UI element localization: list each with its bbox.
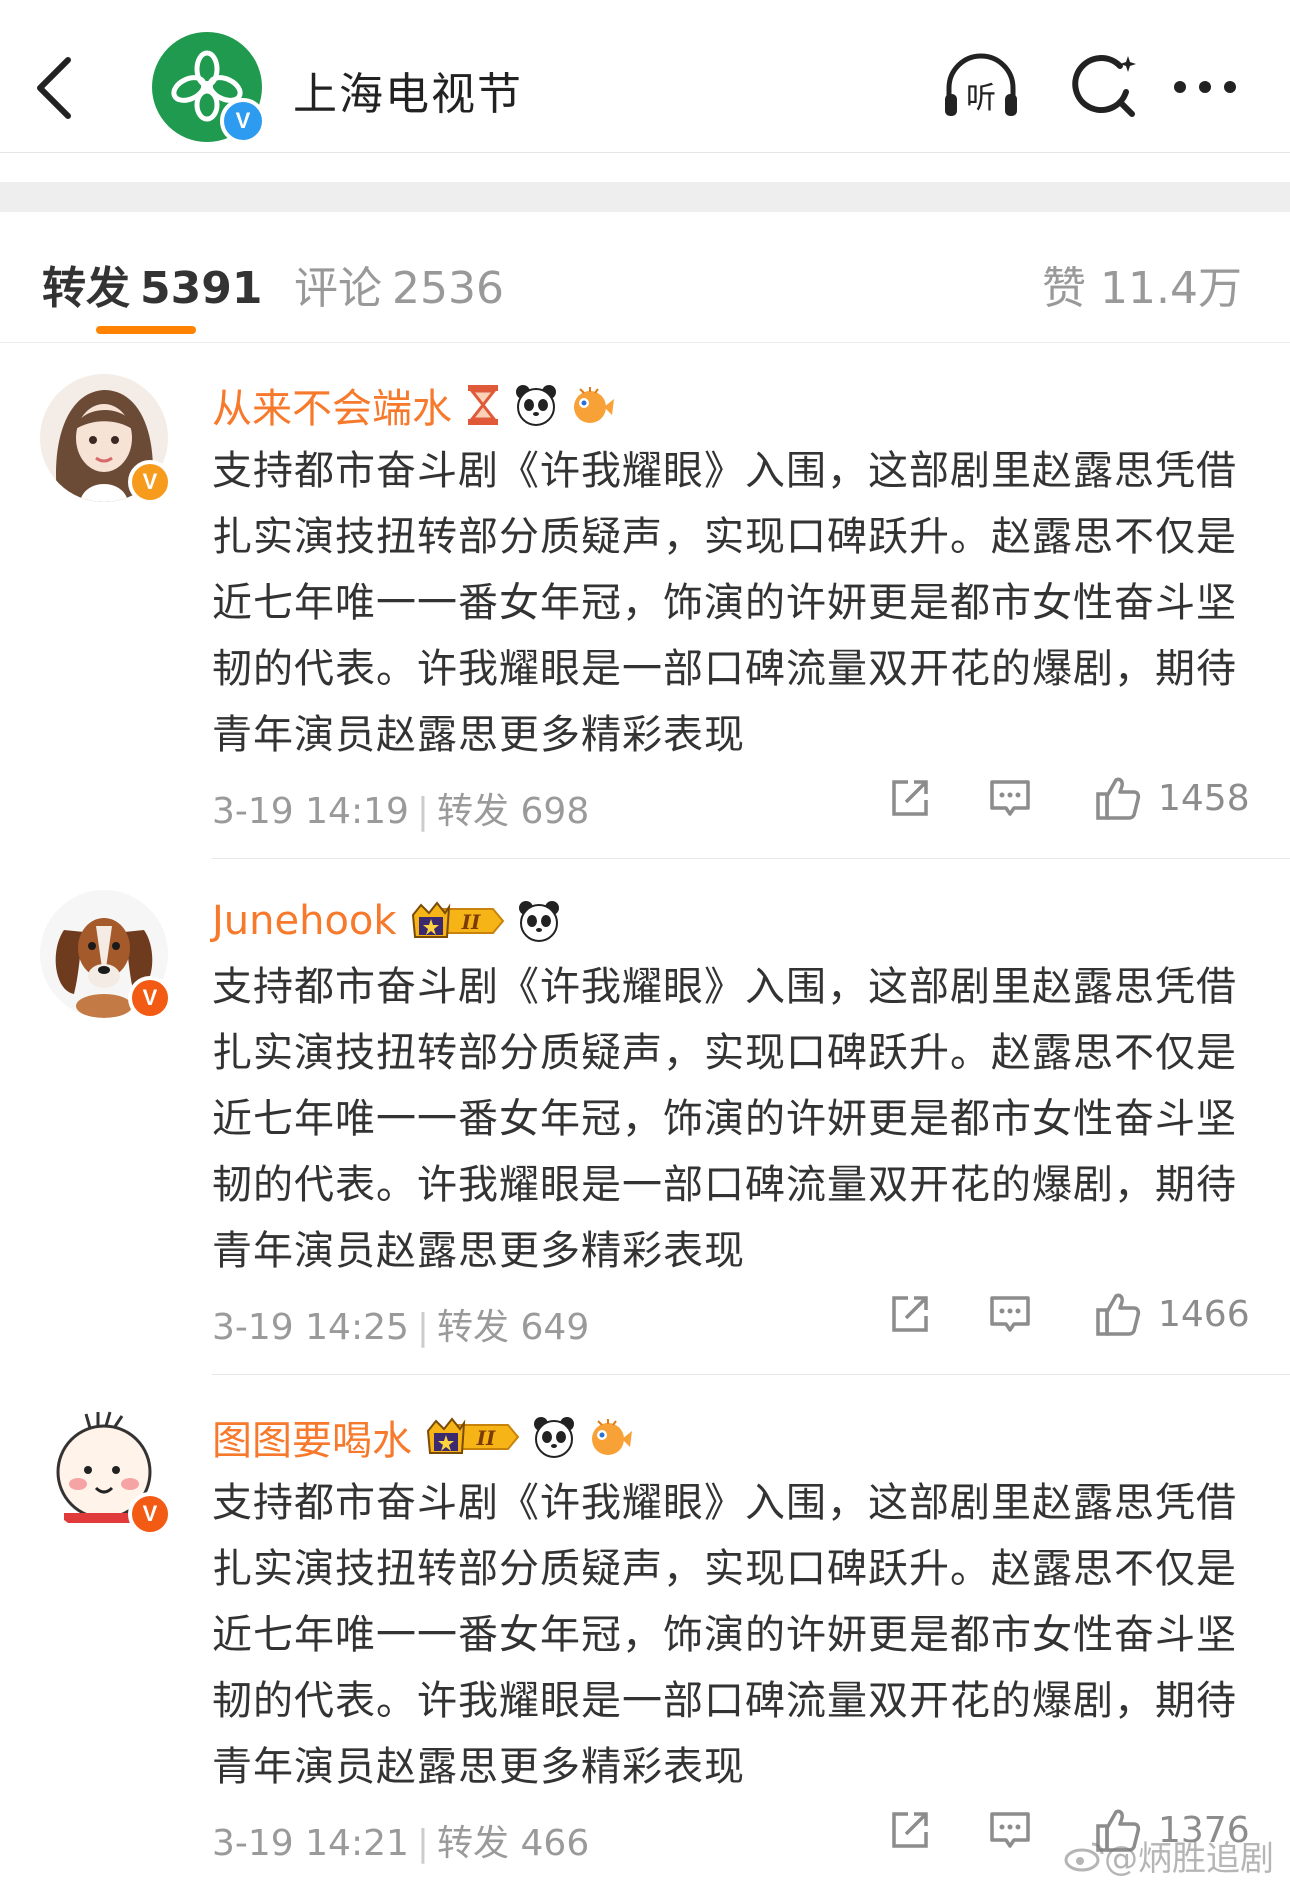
search-icon[interactable] xyxy=(1060,50,1150,124)
watermark-text: @炳胜追剧 xyxy=(1104,1839,1274,1879)
reply-button[interactable] xyxy=(988,1284,1032,1344)
like-button[interactable]: 1458 xyxy=(1094,768,1250,828)
account-name[interactable]: 上海电视节 xyxy=(293,58,523,122)
comment-text: 支持都市奋斗剧《许我耀眼》入围，这部剧里赵露思凭借扎实演技扭转部分质疑声，实现口… xyxy=(212,964,1237,1274)
tab-likes-label: 赞 xyxy=(1042,263,1087,314)
level-label: II xyxy=(460,910,480,934)
crown-level-badge: II xyxy=(426,1417,520,1454)
tab-reposts[interactable]: 转发 5391 xyxy=(42,252,262,316)
listen-icon[interactable]: 听 xyxy=(936,50,1026,124)
verified-badge: V xyxy=(220,98,266,144)
hourglass-icon xyxy=(468,385,498,425)
tab-comments-label: 评论 xyxy=(294,263,382,314)
listen-label: 听 xyxy=(966,81,996,116)
level-label: II xyxy=(476,1426,496,1450)
account-avatar[interactable]: V xyxy=(152,32,266,144)
like-count: 1466 xyxy=(1158,1293,1250,1335)
repost-count: 649 xyxy=(520,1307,590,1348)
thumbs-up-icon xyxy=(1096,1293,1141,1336)
share-button[interactable] xyxy=(888,768,932,828)
repost-label: 转发 xyxy=(437,1823,510,1864)
pufferfish-icon xyxy=(592,1419,632,1455)
divider xyxy=(212,1374,1290,1375)
verified-badge: V xyxy=(128,1492,172,1536)
tab-comments-count: 2536 xyxy=(392,263,504,314)
panda-icon xyxy=(516,385,556,426)
share-icon xyxy=(892,1812,928,1848)
divider xyxy=(212,858,1290,859)
comment-icon xyxy=(990,1812,1030,1848)
repost-label: 转发 xyxy=(437,791,510,832)
comment-meta: 3-19 14:25 | 转发 649 xyxy=(212,1298,589,1350)
back-icon[interactable] xyxy=(30,52,80,122)
top-bar: V 上海电视节 听 xyxy=(0,0,1290,153)
share-icon xyxy=(892,780,928,816)
watermark: @炳胜追剧 xyxy=(1064,1831,1274,1880)
verified-badge: V xyxy=(128,460,172,504)
comment-text: 支持都市奋斗剧《许我耀眼》入围，这部剧里赵露思凭借扎实演技扭转部分质疑声，实现口… xyxy=(212,1480,1237,1790)
pufferfish-icon xyxy=(574,387,614,423)
comment-icon xyxy=(990,780,1030,816)
repost-label: 转发 xyxy=(437,1307,510,1348)
active-tab-indicator xyxy=(96,326,196,334)
like-button[interactable]: 1466 xyxy=(1094,1284,1250,1344)
panda-icon xyxy=(518,901,559,942)
weibo-logo-icon xyxy=(1064,1842,1104,1871)
share-icon xyxy=(892,1296,928,1332)
comment-meta: 3-19 14:19 | 转发 698 xyxy=(212,782,589,834)
verified-badge: V xyxy=(128,976,172,1020)
share-button[interactable] xyxy=(888,1800,932,1860)
comment-time: 3-19 14:21 xyxy=(212,1823,409,1864)
tab-comments[interactable]: 评论 2536 xyxy=(294,252,504,316)
meta-separator: | xyxy=(416,791,430,832)
meta-separator: | xyxy=(416,1823,430,1864)
tab-likes-count: 11.4万 xyxy=(1100,263,1242,314)
tab-reposts-label: 转发 xyxy=(42,263,130,314)
thumbs-up-icon xyxy=(1096,777,1141,820)
comment-time: 3-19 14:19 xyxy=(212,791,409,832)
more-icon[interactable] xyxy=(1160,50,1250,124)
panda-icon xyxy=(534,1417,574,1458)
username[interactable]: Junehook xyxy=(212,898,397,944)
tab-likes[interactable]: 赞 11.4万 xyxy=(1042,252,1242,316)
like-count: 1458 xyxy=(1158,777,1250,819)
reply-button[interactable] xyxy=(988,1800,1032,1860)
repost-count: 698 xyxy=(520,791,590,832)
repost-count: 466 xyxy=(520,1823,590,1864)
share-button[interactable] xyxy=(888,1284,932,1344)
comment-icon xyxy=(990,1296,1030,1332)
comment-meta: 3-19 14:21 | 转发 466 xyxy=(212,1814,589,1866)
username[interactable]: 图图要喝水 xyxy=(212,1408,412,1466)
tab-bar: 转发 5391 评论 2536 赞 11.4万 xyxy=(0,212,1290,343)
crown-level-badge: II xyxy=(411,901,504,938)
comment-time: 3-19 14:25 xyxy=(212,1307,409,1348)
meta-separator: | xyxy=(416,1307,430,1348)
tab-reposts-count: 5391 xyxy=(140,263,263,314)
reply-button[interactable] xyxy=(988,768,1032,828)
section-separator xyxy=(0,182,1290,212)
username[interactable]: 从来不会端水 xyxy=(212,376,452,434)
comment-text: 支持都市奋斗剧《许我耀眼》入围，这部剧里赵露思凭借扎实演技扭转部分质疑声，实现口… xyxy=(212,448,1237,758)
